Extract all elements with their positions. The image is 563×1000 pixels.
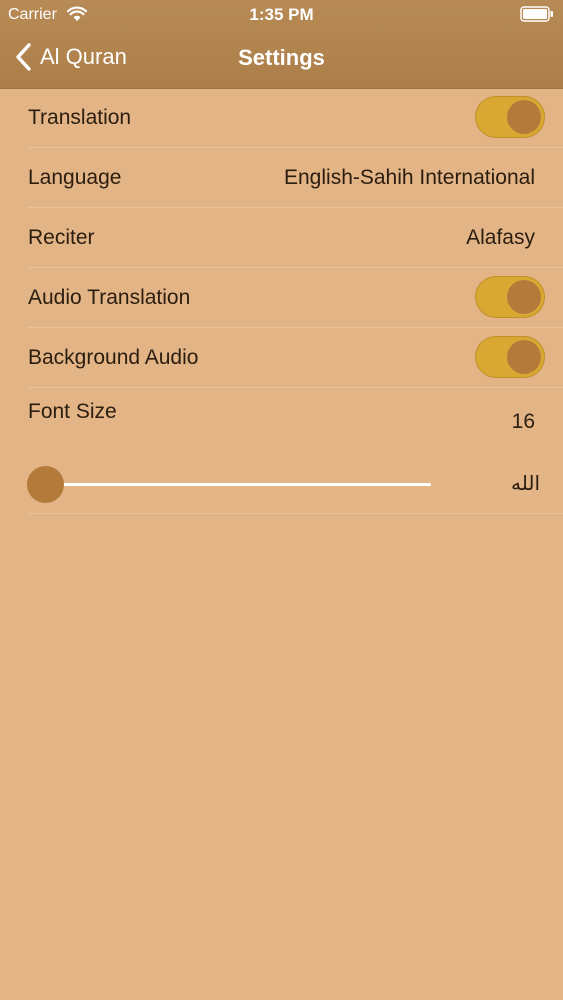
setting-row-background-audio: Background Audio — [27, 328, 563, 388]
font-size-slider[interactable] — [27, 464, 431, 504]
setting-row-language[interactable]: Language English-Sahih International — [27, 148, 563, 208]
font-preview-text: الله — [511, 471, 540, 495]
navigation-bar: Al Quran Settings — [0, 30, 563, 88]
translation-toggle[interactable] — [475, 96, 545, 138]
audio-translation-label: Audio Translation — [28, 286, 191, 309]
font-size-value: 16 — [511, 410, 535, 433]
battery-icon — [520, 6, 553, 22]
status-time: 1:35 PM — [249, 5, 314, 24]
slider-track — [45, 483, 431, 486]
setting-row-audio-translation: Audio Translation — [27, 268, 563, 328]
toggle-knob — [507, 280, 541, 314]
settings-list: Translation Language English-Sahih Inter… — [0, 88, 563, 514]
slider-thumb[interactable] — [27, 466, 64, 503]
toggle-knob — [507, 100, 541, 134]
language-value: English-Sahih International — [284, 166, 535, 189]
reciter-value: Alafasy — [466, 226, 535, 249]
language-label: Language — [28, 166, 122, 189]
font-size-label: Font Size — [28, 400, 117, 423]
setting-row-reciter[interactable]: Reciter Alafasy — [27, 208, 563, 268]
status-bar: Carrier 1:35 PM — [0, 0, 563, 30]
translation-label: Translation — [28, 106, 132, 129]
page-title: Settings — [238, 45, 325, 70]
top-bar: Carrier 1:35 PM Al Quran Settings — [0, 0, 563, 89]
setting-row-font-size: Font Size 16 الله — [27, 388, 563, 514]
setting-row-translation: Translation — [27, 88, 563, 148]
background-audio-toggle[interactable] — [475, 336, 545, 378]
toggle-knob — [507, 340, 541, 374]
audio-translation-toggle[interactable] — [475, 276, 545, 318]
reciter-label: Reciter — [28, 226, 95, 249]
background-audio-label: Background Audio — [28, 346, 199, 369]
